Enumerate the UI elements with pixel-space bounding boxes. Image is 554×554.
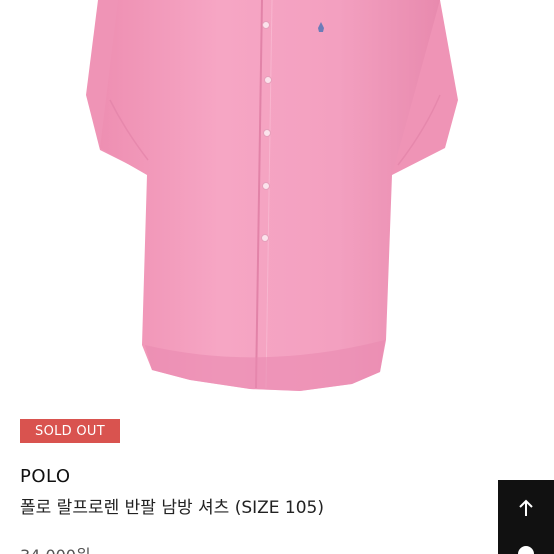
product-price: 34,000원 bbox=[20, 542, 91, 554]
arrow-up-icon bbox=[519, 499, 533, 516]
chat-icon bbox=[518, 546, 534, 554]
brand-name: POLO bbox=[20, 466, 71, 487]
product-title[interactable]: 폴로 랄프로렌 반팔 남방 셔츠 (SIZE 105) bbox=[20, 493, 324, 518]
sold-out-badge: SOLD OUT bbox=[20, 419, 120, 443]
scroll-to-top-button[interactable] bbox=[498, 480, 554, 536]
shirt-icon bbox=[86, 0, 458, 391]
chat-button[interactable] bbox=[498, 536, 554, 554]
product-image[interactable] bbox=[0, 0, 554, 405]
